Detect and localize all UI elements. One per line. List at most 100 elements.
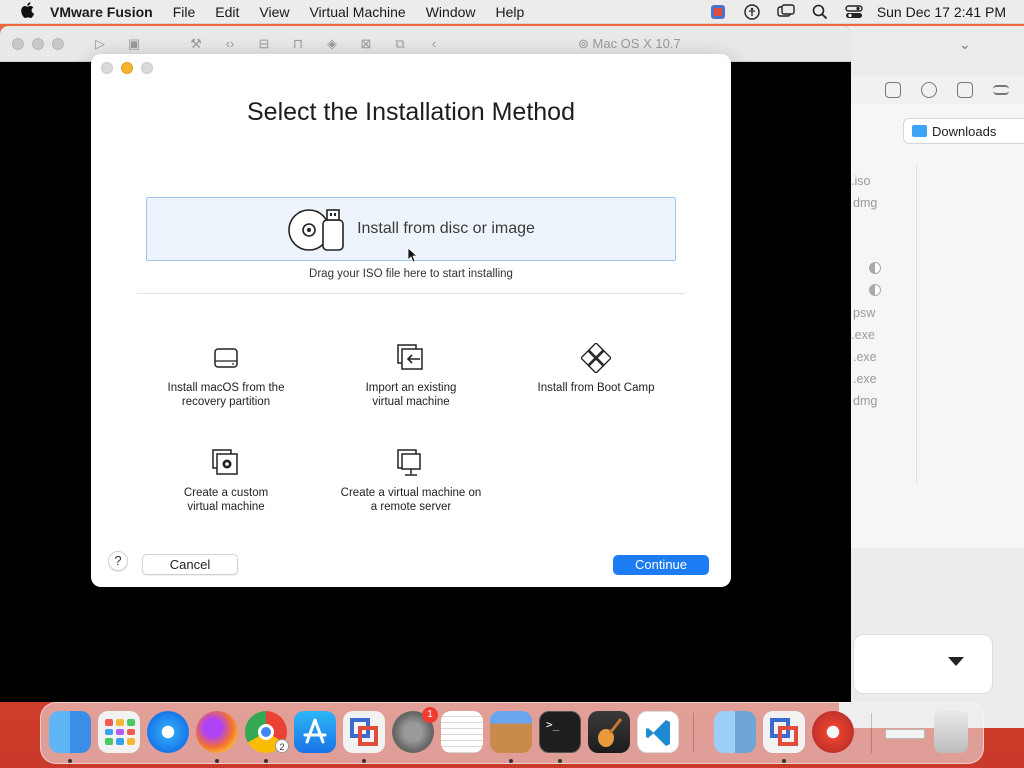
installation-method-dialog: Select the Installation Method Install f…: [91, 54, 731, 587]
dock-finder-icon[interactable]: [49, 711, 91, 753]
control-center-icon[interactable]: [837, 0, 871, 24]
dock-system-settings-icon[interactable]: 1: [392, 707, 438, 753]
running-indicator: [264, 759, 268, 763]
menu-bar: VMware Fusion File Edit View Virtual Mac…: [0, 0, 1024, 24]
menu-app-name[interactable]: VMware Fusion: [42, 0, 163, 24]
disc-usb-icon: [288, 209, 344, 251]
dock-firefox-icon[interactable]: [196, 711, 238, 753]
tag-icon[interactable]: [885, 82, 901, 98]
dock-launchpad-icon[interactable]: [98, 711, 140, 753]
zoom-button[interactable]: [52, 37, 64, 50]
file-item[interactable]: .exe: [853, 350, 877, 364]
file-item[interactable]: psw: [853, 306, 875, 320]
menu-bar-extras: Sun Dec 17 2:41 PM: [701, 0, 1024, 24]
vm-lock-icon: ⊚: [578, 36, 593, 51]
file-item[interactable]: .exe: [853, 372, 877, 386]
dock: 2 1 >_: [40, 702, 984, 764]
trash-icon[interactable]: ⊠: [356, 36, 376, 52]
finder-titlebar: ⌄: [839, 26, 1024, 76]
file-item[interactable]: dmg: [853, 196, 877, 210]
dialog-minimize-button[interactable]: [121, 62, 133, 74]
menu-clock[interactable]: Sun Dec 17 2:41 PM: [871, 4, 1024, 20]
dock-separator-2: [871, 713, 872, 753]
option-label: Install macOS from the: [167, 382, 285, 394]
continue-button[interactable]: Continue: [613, 555, 709, 575]
accessibility-icon[interactable]: [735, 0, 769, 24]
back-chevron-icon[interactable]: ‹: [424, 36, 444, 52]
dock-trash-icon[interactable]: [934, 711, 968, 753]
dock-vmware-fusion-icon[interactable]: [343, 711, 385, 753]
snapshot-icon[interactable]: ▣: [124, 36, 144, 52]
dock-separator: [693, 713, 694, 753]
file-item[interactable]: dmg: [853, 394, 877, 408]
option-label: Create a virtual machine on: [340, 487, 482, 499]
chrome-badge: 2: [275, 739, 289, 753]
settings-wrench-icon[interactable]: ⚒: [186, 36, 206, 52]
option-custom-vm[interactable]: Create a custom virtual machine: [146, 448, 306, 514]
vscode-glyph-icon: [646, 720, 670, 746]
dock-garageband-icon[interactable]: [588, 711, 630, 753]
finder-location-button[interactable]: Downloads: [903, 118, 1024, 144]
option-label: Install from Boot Camp: [537, 382, 655, 394]
finder-popup-panel: [853, 634, 993, 694]
finder-window: ⌄ Downloads .iso dmg psw ).exe .exe .exe…: [838, 26, 1024, 728]
folder-icon: [912, 125, 927, 137]
chevron-down-icon[interactable]: ⌄: [959, 36, 971, 53]
menu-view[interactable]: View: [249, 0, 299, 24]
mouse-cursor-icon: [407, 247, 417, 263]
menu-virtual-machine[interactable]: Virtual Machine: [299, 0, 415, 24]
screen-mirroring-icon[interactable]: [769, 0, 803, 24]
minimize-button[interactable]: [32, 37, 44, 50]
dropzone-label: Install from disc or image: [357, 220, 535, 237]
help-button[interactable]: ?: [108, 551, 128, 571]
dock-finder-window-icon[interactable]: [714, 711, 756, 753]
option-remote-server-vm[interactable]: Create a virtual machine on a remote ser…: [331, 448, 491, 514]
disclosure-triangle-icon[interactable]: [948, 657, 964, 666]
menu-window[interactable]: Window: [416, 0, 486, 24]
dock-textedit-icon[interactable]: [441, 711, 483, 753]
file-item[interactable]: ).exe: [847, 328, 875, 342]
play-icon[interactable]: ▷: [90, 36, 110, 52]
chrome-center-icon: [258, 724, 274, 740]
option-boot-camp[interactable]: Install from Boot Camp: [516, 343, 676, 395]
vm-name-title: ⊚ Mac OS X 10.7: [578, 36, 681, 52]
dock-installer-icon[interactable]: [490, 711, 532, 753]
dialog-close-button[interactable]: [101, 62, 113, 74]
system-settings-badge: 1: [422, 707, 438, 723]
dialog-zoom-button[interactable]: [141, 62, 153, 74]
drive-icon[interactable]: ⊟: [254, 36, 274, 52]
dock-safari-window-icon[interactable]: [812, 711, 854, 753]
disk-drive-shape: [885, 729, 925, 739]
download-progress-icon: [869, 262, 881, 274]
file-item[interactable]: .iso: [851, 174, 870, 188]
more-icon[interactable]: [993, 85, 1009, 95]
option-recovery-partition[interactable]: Install macOS from the recovery partitio…: [146, 343, 306, 409]
running-indicator: [558, 759, 562, 763]
menu-help[interactable]: Help: [486, 0, 535, 24]
lock-icon[interactable]: ⊓: [288, 36, 308, 52]
dialog-window-controls: [101, 62, 153, 74]
import-vm-icon: [397, 344, 423, 370]
extensions-icon[interactable]: [957, 82, 973, 98]
apple-menu-icon[interactable]: [12, 1, 42, 22]
audio-icon[interactable]: ◈: [322, 36, 342, 52]
account-icon[interactable]: [921, 82, 937, 98]
dock-terminal-icon[interactable]: >_: [539, 711, 581, 753]
option-import-existing-vm[interactable]: Import an existing virtual machine: [331, 343, 491, 409]
dock-app-store-icon[interactable]: [294, 711, 336, 753]
menu-file[interactable]: File: [163, 0, 206, 24]
share-icon[interactable]: ⧉: [390, 36, 410, 52]
dock-safari-icon[interactable]: [147, 711, 189, 753]
dock-disk-icon[interactable]: [883, 711, 925, 753]
close-button[interactable]: [12, 37, 24, 50]
dock-vscode-icon[interactable]: [637, 711, 679, 753]
dock-vmware-window-icon[interactable]: [763, 711, 805, 753]
cancel-button[interactable]: Cancel: [142, 554, 238, 575]
window-controls: [12, 37, 64, 50]
spotlight-search-icon[interactable]: [803, 0, 837, 24]
dock-chrome-icon[interactable]: 2: [245, 711, 289, 753]
vmware-status-icon[interactable]: [701, 0, 735, 24]
code-icon[interactable]: ‹›: [220, 36, 240, 52]
menu-edit[interactable]: Edit: [205, 0, 249, 24]
vm-name-label: Mac OS X 10.7: [592, 36, 681, 51]
